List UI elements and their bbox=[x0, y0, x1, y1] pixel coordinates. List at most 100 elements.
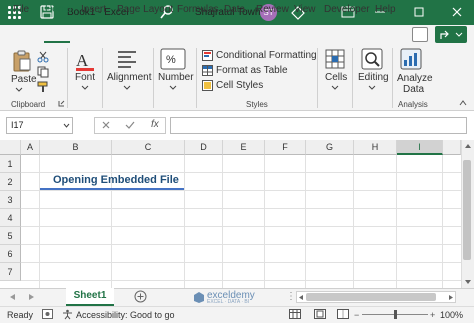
editing-label[interactable]: Editing bbox=[358, 72, 389, 83]
normal-view-icon[interactable] bbox=[289, 309, 301, 319]
formula-input[interactable] bbox=[170, 117, 467, 134]
tab-page-layout[interactable]: Page Layout bbox=[117, 4, 173, 15]
collapse-ribbon-icon[interactable] bbox=[459, 100, 467, 106]
alignment-icon[interactable] bbox=[117, 50, 137, 68]
row-header-7[interactable]: 7 bbox=[0, 263, 21, 281]
grid-line bbox=[21, 280, 461, 281]
column-header-g[interactable]: G bbox=[306, 140, 354, 155]
cells-dropdown-icon[interactable] bbox=[331, 85, 339, 90]
font-dropdown-icon[interactable] bbox=[81, 85, 89, 90]
row-header-2[interactable]: 2 bbox=[0, 173, 21, 191]
analyze-data-label-line2[interactable]: Data bbox=[403, 84, 424, 95]
row-header-6[interactable]: 6 bbox=[0, 245, 21, 263]
row-header-4[interactable]: 4 bbox=[0, 209, 21, 227]
tab-review[interactable]: Review bbox=[256, 4, 289, 15]
format-as-table-icon[interactable] bbox=[202, 65, 213, 76]
vertical-scroll-thumb[interactable] bbox=[463, 160, 471, 260]
column-header-b[interactable]: B bbox=[40, 140, 112, 155]
cell-styles-icon[interactable] bbox=[202, 80, 213, 91]
number-dropdown-icon[interactable] bbox=[169, 85, 177, 90]
scroll-up-icon[interactable] bbox=[464, 143, 472, 149]
select-all-corner[interactable] bbox=[0, 140, 21, 155]
paste-icon[interactable] bbox=[12, 50, 32, 72]
insert-function-icon[interactable]: fx bbox=[151, 119, 159, 130]
alignment-dropdown-icon[interactable] bbox=[123, 85, 131, 90]
status-accessibility[interactable]: Accessibility: Good to go bbox=[76, 310, 175, 320]
zoom-slider-thumb[interactable] bbox=[394, 310, 397, 319]
dialog-launcher-icon[interactable] bbox=[58, 100, 65, 107]
editing-icon[interactable] bbox=[361, 48, 383, 70]
cell-b2-heading[interactable]: Opening Embedded File bbox=[53, 174, 179, 186]
row-header-3[interactable]: 3 bbox=[0, 191, 21, 209]
comments-button[interactable] bbox=[412, 27, 428, 42]
analyze-data-icon[interactable] bbox=[400, 48, 422, 70]
font-icon[interactable]: A bbox=[74, 49, 96, 71]
accessibility-icon[interactable] bbox=[62, 309, 73, 320]
alignment-label[interactable]: Alignment bbox=[107, 72, 151, 83]
grid-line bbox=[21, 226, 461, 227]
next-sheet-icon[interactable] bbox=[28, 293, 35, 301]
scroll-left-icon[interactable] bbox=[298, 294, 304, 301]
prev-sheet-icon[interactable] bbox=[9, 293, 16, 301]
page-layout-view-icon[interactable] bbox=[314, 309, 326, 319]
editing-dropdown-icon[interactable] bbox=[368, 85, 376, 90]
font-label[interactable]: Font bbox=[75, 72, 95, 83]
grid-line bbox=[305, 155, 306, 288]
copy-icon[interactable] bbox=[37, 66, 49, 78]
column-header-h[interactable]: H bbox=[354, 140, 397, 155]
ribbon-separator bbox=[196, 48, 197, 108]
macro-record-icon[interactable] bbox=[42, 309, 53, 319]
grid-line bbox=[442, 155, 443, 288]
cell-styles-label[interactable]: Cell Styles bbox=[216, 80, 263, 91]
tab-file[interactable]: File bbox=[13, 4, 29, 15]
horizontal-scroll-thumb[interactable] bbox=[306, 293, 436, 301]
enter-check-icon[interactable] bbox=[125, 120, 135, 130]
sheet-tab-sheet1[interactable]: Sheet1 bbox=[66, 288, 114, 306]
scroll-right-icon[interactable] bbox=[448, 294, 454, 301]
number-format-icon[interactable]: % bbox=[160, 48, 186, 70]
conditional-formatting-label[interactable]: Conditional Formatting bbox=[216, 50, 317, 61]
tab-help[interactable]: Help bbox=[375, 4, 396, 15]
column-header-c[interactable]: C bbox=[112, 140, 185, 155]
chevron-down-icon bbox=[455, 32, 463, 37]
cut-icon[interactable] bbox=[37, 51, 49, 63]
cells-label[interactable]: Cells bbox=[325, 72, 347, 83]
tab-formulas[interactable]: Formulas bbox=[177, 4, 219, 15]
worksheet-grid[interactable] bbox=[0, 140, 474, 288]
column-header-f[interactable]: F bbox=[265, 140, 306, 155]
tab-view[interactable]: View bbox=[294, 4, 316, 15]
format-as-table-label[interactable]: Format as Table bbox=[216, 65, 288, 76]
name-box-dropdown-icon[interactable] bbox=[63, 123, 70, 128]
zoom-out-icon[interactable]: − bbox=[354, 310, 359, 320]
tab-data[interactable]: Data bbox=[224, 4, 245, 15]
share-button[interactable] bbox=[435, 26, 467, 43]
row-header-1[interactable]: 1 bbox=[0, 155, 21, 173]
cancel-icon[interactable] bbox=[101, 120, 111, 130]
column-header-e[interactable]: E bbox=[223, 140, 265, 155]
paste-label[interactable]: Paste bbox=[11, 74, 37, 85]
column-header-d[interactable]: D bbox=[185, 140, 223, 155]
conditional-formatting-icon[interactable] bbox=[202, 50, 213, 61]
column-header-a[interactable]: A bbox=[21, 140, 40, 155]
status-ready: Ready bbox=[7, 310, 34, 320]
page-break-view-icon[interactable] bbox=[337, 309, 349, 319]
analyze-data-label-line1[interactable]: Analyze bbox=[397, 73, 433, 84]
tab-insert[interactable]: Insert bbox=[81, 4, 106, 15]
paste-dropdown-icon[interactable] bbox=[15, 87, 23, 92]
grid-line bbox=[396, 155, 397, 288]
number-label[interactable]: Number bbox=[158, 72, 194, 83]
zoom-level[interactable]: 100% bbox=[440, 310, 463, 320]
tab-home[interactable]: Home bbox=[45, 4, 72, 15]
maximize-icon[interactable] bbox=[411, 4, 427, 20]
format-painter-icon[interactable] bbox=[37, 81, 49, 93]
add-sheet-icon[interactable] bbox=[134, 290, 147, 303]
close-icon[interactable] bbox=[449, 4, 465, 20]
tab-developer[interactable]: Developer bbox=[324, 4, 370, 15]
cells-icon[interactable] bbox=[325, 49, 345, 69]
row-header-5[interactable]: 5 bbox=[0, 227, 21, 245]
zoom-in-icon[interactable]: + bbox=[430, 310, 435, 320]
scroll-down-icon[interactable] bbox=[464, 279, 472, 285]
tab-split-handle[interactable]: ⋮ bbox=[286, 291, 296, 302]
menu-bar bbox=[0, 25, 474, 45]
column-header-i[interactable]: I bbox=[397, 140, 443, 155]
